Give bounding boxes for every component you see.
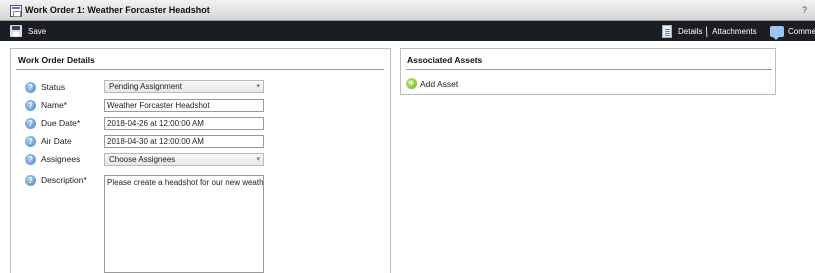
status-label: Status (41, 82, 66, 92)
attachments-button[interactable]: ∕ Attachments (702, 21, 757, 41)
chevron-down-icon: ▾ (256, 156, 260, 163)
document-icon (662, 24, 672, 38)
due-date-field[interactable]: 2018-04-26 at 12:00:00 AM (104, 117, 264, 130)
assets-divider (406, 69, 772, 70)
window-titlebar: Work Order 1: Weather Forcaster Headshot… (0, 0, 815, 21)
comments-label: Comme (788, 26, 815, 36)
description-label: Description* (41, 175, 87, 185)
due-date-label: Due Date* (41, 118, 81, 128)
attachments-label: Attachments (712, 26, 757, 36)
status-value: Pending Assignment (109, 82, 182, 91)
name-help-icon[interactable]: ? (25, 100, 36, 111)
name-field[interactable]: Weather Forcaster Headshot (104, 99, 264, 112)
associated-assets-panel: Associated Assets + Add Asset (400, 48, 776, 95)
details-panel-title: Work Order Details (18, 55, 95, 65)
plus-circle-icon: + (406, 78, 417, 89)
save-label: Save (28, 26, 47, 36)
floppy-disk-icon (10, 25, 22, 37)
status-select[interactable]: Pending Assignment ▾ (104, 80, 264, 93)
assignees-label: Assignees (41, 154, 81, 164)
description-help-icon[interactable]: ? (25, 175, 36, 186)
window-title: Work Order 1: Weather Forcaster Headshot (25, 5, 210, 15)
toolbar: Save Details ∕ Attachments Comme (0, 21, 815, 41)
description-textarea[interactable]: Please create a headshot for our new wea… (104, 175, 264, 273)
comments-button[interactable]: Comme (770, 21, 815, 41)
work-order-details-panel: Work Order Details ? Status Pending Assi… (10, 48, 391, 273)
add-asset-button[interactable]: + Add Asset (406, 78, 458, 89)
help-button[interactable]: ? (802, 5, 807, 15)
air-date-help-icon[interactable]: ? (25, 136, 36, 147)
chevron-down-icon: ▾ (256, 83, 260, 90)
due-date-help-icon[interactable]: ? (25, 118, 36, 129)
paperclip-icon: ∕ (701, 24, 713, 38)
details-divider (16, 69, 384, 70)
assets-panel-title: Associated Assets (407, 55, 483, 65)
assignees-value: Choose Assignees (109, 155, 176, 164)
save-button[interactable]: Save (10, 21, 46, 41)
add-asset-label: Add Asset (420, 78, 459, 89)
air-date-field[interactable]: 2018-04-30 at 12:00:00 AM (104, 135, 264, 148)
window-icon (10, 5, 22, 17)
assignees-select[interactable]: Choose Assignees ▾ (104, 153, 264, 166)
status-help-icon[interactable]: ? (25, 82, 36, 93)
assignees-help-icon[interactable]: ? (25, 154, 36, 165)
name-label: Name* (41, 100, 67, 110)
air-date-label: Air Date (41, 136, 72, 146)
details-button[interactable]: Details (662, 21, 702, 41)
details-label: Details (678, 26, 703, 36)
speech-bubble-icon (770, 25, 784, 40)
